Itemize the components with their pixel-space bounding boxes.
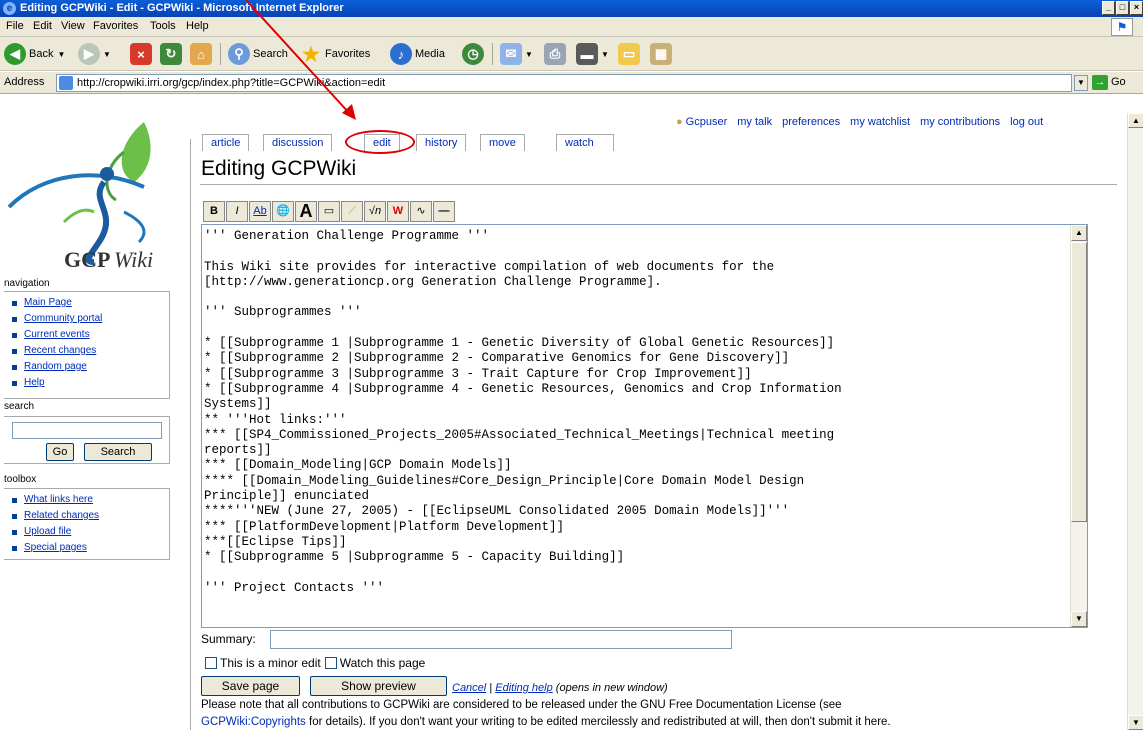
minor-edit-checkbox[interactable] bbox=[205, 657, 217, 669]
internal-link-icon[interactable]: Ab bbox=[249, 201, 271, 222]
edit-options: This is a minor edit Watch this page bbox=[205, 656, 425, 670]
scroll-up-icon[interactable]: ▲ bbox=[1071, 225, 1087, 241]
edit-toolbar: B I Ab 🌐 A ▭ ⟋ √n W ∿ — bbox=[203, 201, 455, 223]
math-icon[interactable]: √n bbox=[364, 201, 386, 222]
license-notice-line1: Please note that all contributions to GC… bbox=[201, 699, 842, 711]
link-separator: | bbox=[489, 682, 493, 694]
license-notice-rest: for details). If you don't want your wri… bbox=[309, 716, 891, 728]
editing-help-note: (opens in new window) bbox=[555, 682, 668, 694]
nowiki-icon[interactable]: W bbox=[387, 201, 409, 222]
minor-edit-label: This is a minor edit bbox=[220, 656, 321, 670]
license-notice-line2: GCPWiki:Copyrights for details). If you … bbox=[201, 716, 891, 728]
watch-page-checkbox[interactable] bbox=[324, 657, 337, 669]
page-title: Editing GCPWiki bbox=[201, 157, 357, 180]
cancel-row: Cancel | Editing help (opens in new wind… bbox=[452, 682, 668, 694]
media-link-icon[interactable]: ⟋ bbox=[341, 201, 363, 222]
horizontal-line-icon[interactable]: — bbox=[433, 201, 455, 222]
headline-icon[interactable]: A bbox=[295, 201, 317, 222]
save-page-button[interactable]: Save page bbox=[201, 676, 300, 696]
page-scroll-down-icon[interactable]: ▼ bbox=[1128, 715, 1143, 730]
italic-icon[interactable]: I bbox=[226, 201, 248, 222]
copyrights-link[interactable]: GCPWiki:Copyrights bbox=[201, 716, 306, 728]
summary-label: Summary: bbox=[201, 632, 256, 646]
summary-input[interactable] bbox=[270, 630, 732, 649]
page-scroll-up-icon[interactable]: ▲ bbox=[1128, 113, 1143, 128]
signature-icon[interactable]: ∿ bbox=[410, 201, 432, 222]
watch-page-label: Watch this page bbox=[339, 656, 426, 670]
textarea-scrollbar[interactable]: ▲ ▼ bbox=[1070, 225, 1087, 627]
title-divider bbox=[200, 184, 1117, 185]
wiki-textarea[interactable]: ''' Generation Challenge Programme ''' T… bbox=[201, 224, 1088, 628]
image-icon[interactable]: ▭ bbox=[318, 201, 340, 222]
scroll-down-icon[interactable]: ▼ bbox=[1071, 611, 1087, 627]
bold-icon[interactable]: B bbox=[203, 201, 225, 222]
cancel-link[interactable]: Cancel bbox=[452, 682, 486, 694]
external-link-icon[interactable]: 🌐 bbox=[272, 201, 294, 222]
editing-help-link[interactable]: Editing help bbox=[495, 682, 553, 694]
show-preview-button[interactable]: Show preview bbox=[310, 676, 447, 696]
textarea-content: ''' Generation Challenge Programme ''' T… bbox=[204, 229, 842, 595]
page-scrollbar[interactable]: ▲ ▼ bbox=[1127, 113, 1143, 730]
scroll-thumb[interactable] bbox=[1071, 242, 1087, 522]
